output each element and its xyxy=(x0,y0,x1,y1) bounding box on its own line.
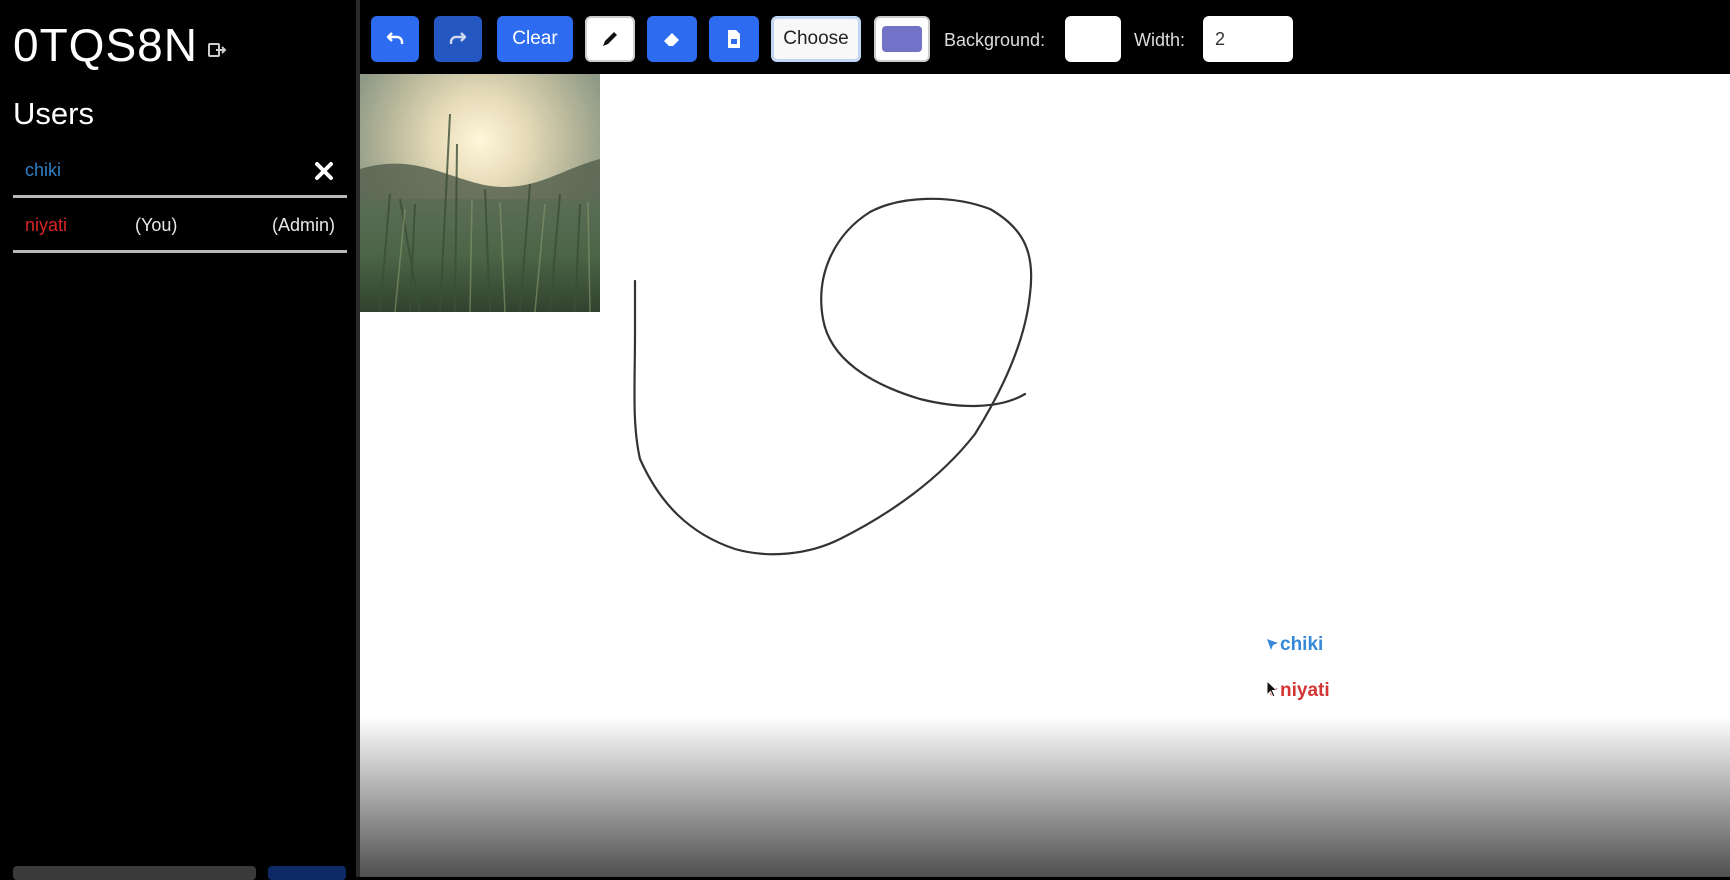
remote-cursor-chiki: chiki xyxy=(1266,634,1323,656)
stroke-color-swatch xyxy=(882,26,922,52)
save-image-button[interactable] xyxy=(709,16,759,62)
eraser-tool-button[interactable] xyxy=(647,16,697,62)
users-heading: Users xyxy=(13,96,94,131)
cursor-user-name: niyati xyxy=(1280,680,1330,701)
file-image-icon xyxy=(728,30,740,48)
user-name: chiki xyxy=(25,160,62,180)
pen-tool-button[interactable] xyxy=(585,16,635,62)
cursor-arrow-icon xyxy=(1267,639,1278,650)
cursor-user-name: chiki xyxy=(1280,634,1324,655)
clear-label: Clear xyxy=(512,28,558,49)
drawn-stroke xyxy=(633,197,1033,556)
room-header: 0TQS8N xyxy=(13,14,228,76)
room-code: 0TQS8N xyxy=(13,19,198,71)
remove-user-icon[interactable] xyxy=(311,158,337,184)
pen-icon xyxy=(603,32,617,46)
mouse-pointer-icon xyxy=(1266,680,1279,698)
background-color-picker[interactable] xyxy=(1065,16,1121,62)
send-button[interactable] xyxy=(268,866,346,880)
redo-icon xyxy=(449,32,467,44)
drawing-canvas[interactable]: chiki niyati xyxy=(360,74,1730,877)
clear-button[interactable]: Clear xyxy=(497,16,573,62)
user-list-item: niyati (You) (Admin) xyxy=(13,201,347,253)
chat-input[interactable] xyxy=(13,866,256,880)
undo-button[interactable] xyxy=(371,16,419,62)
you-tag: (You) xyxy=(135,215,178,235)
admin-tag: (Admin) xyxy=(271,215,335,235)
choose-label: Choose xyxy=(783,28,849,49)
width-label: Width: xyxy=(1134,30,1186,50)
width-input[interactable] xyxy=(1203,16,1293,62)
toolbar: Clear Choose Background: Width: xyxy=(360,4,1730,74)
redo-button[interactable] xyxy=(434,16,482,62)
user-name: niyati xyxy=(25,215,68,235)
undo-icon xyxy=(386,32,404,44)
user-list-item: chiki xyxy=(13,146,347,198)
eraser-icon xyxy=(664,33,679,46)
stroke-color-picker[interactable] xyxy=(874,16,930,62)
sidebar: 0TQS8N Users chiki niyati (You) (Admin) xyxy=(0,0,358,880)
background-label: Background: xyxy=(944,30,1046,50)
choose-image-button[interactable]: Choose xyxy=(771,16,861,62)
leave-room-icon[interactable] xyxy=(206,39,228,61)
